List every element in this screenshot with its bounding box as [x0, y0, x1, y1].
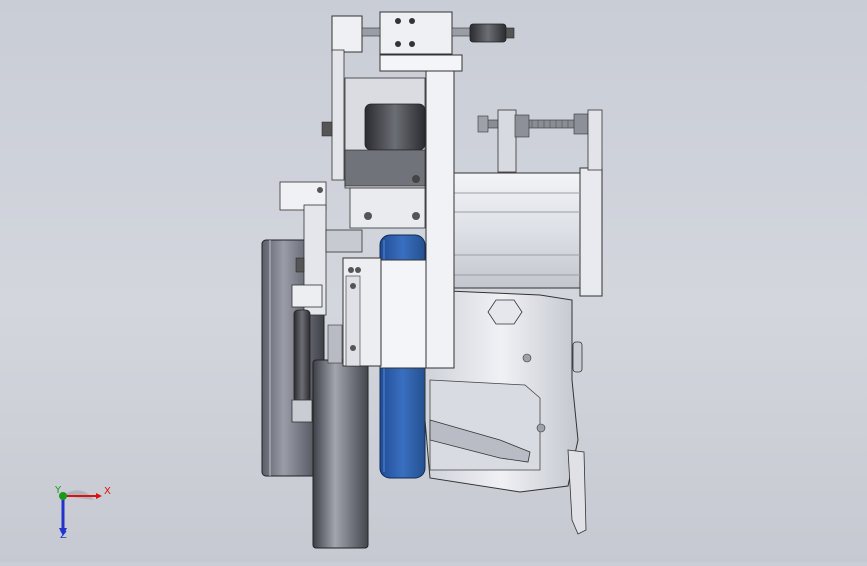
- triad-y-label: Y: [55, 485, 62, 496]
- assembly-model[interactable]: [0, 0, 867, 562]
- servo-motor[interactable]: [451, 167, 603, 297]
- triad-z-label: Z: [60, 530, 67, 541]
- pneumatic-cylinder[interactable]: [361, 11, 515, 55]
- cad-graphics-viewport[interactable]: X Y Z: [0, 0, 867, 562]
- coordinate-triad: X Y Z: [44, 484, 114, 546]
- tension-screw[interactable]: [477, 109, 603, 173]
- triad-x-label: X: [104, 486, 111, 497]
- front-wheel-tire[interactable]: [312, 359, 369, 549]
